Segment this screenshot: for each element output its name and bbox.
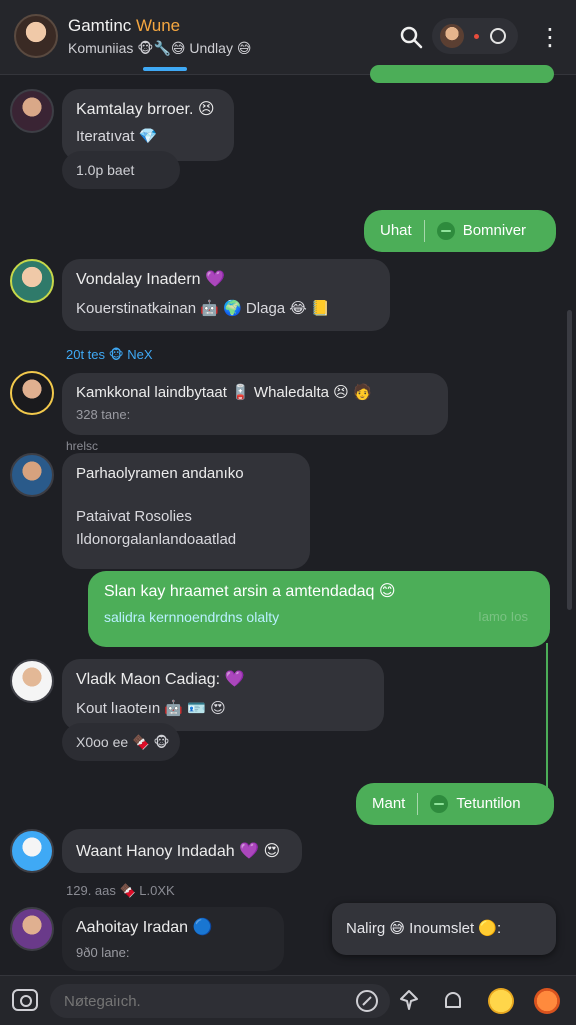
more-vert-icon[interactable]: ⋮: [538, 24, 562, 52]
sender-name: Aahoitay Iradan 🔵: [76, 919, 213, 936]
message-bubble[interactable]: Aahoitay Iradan 🔵 9ð0 lane:: [62, 907, 284, 971]
sent-text-right: Tetuntilon: [456, 795, 521, 812]
message-meta: 129. aas 🍫 L.0XK: [66, 883, 175, 898]
sender-name: Kamtalay brroer. 😣: [76, 101, 215, 118]
sender-name: Parhaolyramen andanıko: [76, 465, 244, 482]
message-input[interactable]: [50, 984, 390, 1018]
message-text: Kout lıaoteın 🤖 🪪 😍: [76, 700, 226, 717]
bell-icon[interactable]: [440, 988, 466, 1014]
message-bubble[interactable]: Kamkkonal laindbytaat 🪫 Whaledalta 😣 🧑 3…: [62, 373, 448, 435]
sender-name: Vladk Maon Cadiag: 💜: [76, 671, 245, 688]
message-text: Kouerstinatkainan 🤖 🌍 Dlaga 😂 📒: [76, 300, 330, 317]
message-meta: hrelsc: [66, 439, 99, 453]
sent-subtext: salidra kernnoendrdns olalty: [104, 609, 280, 625]
message-bubble[interactable]: Waant Hanoy Indadah 💜 😍: [62, 829, 302, 873]
scrollbar[interactable]: [567, 310, 572, 610]
sent-text: Slan kay hraamet arsin a amtendadaq 😊: [104, 583, 396, 600]
chat-title-main: Gamtinc: [68, 16, 137, 35]
message-bubble[interactable]: Vladk Maon Cadiag: 💜 Kout lıaoteın 🤖 🪪 😍: [62, 659, 384, 731]
sent-bubble[interactable]: Mant Tetuntilon: [356, 783, 554, 825]
sticker-icon[interactable]: [354, 988, 380, 1014]
notification-dot-icon: [474, 34, 479, 39]
message-text: Iteratıvat 💎: [76, 128, 158, 145]
composer-bar: [0, 975, 576, 1025]
message-text: Pataivat Rosolies: [76, 508, 192, 525]
divider: [417, 793, 419, 816]
sender-name: Kamkkonal laindbytaat 🪫 Whaledalta 😣 🧑: [76, 384, 372, 401]
thread-line: [546, 643, 548, 791]
sender-name: Waant Hanoy Indadah 💜 😍: [76, 843, 281, 860]
chat-subtitle: Komuniias 🐵🔧😅 Undlay 😅: [68, 40, 252, 56]
avatar[interactable]: [10, 659, 54, 703]
emoji-icon[interactable]: [488, 988, 514, 1014]
message-list[interactable]: Kamtalay brroer. 😣 Iteratıvat 💎 1.0p bae…: [0, 65, 576, 975]
pin-icon[interactable]: [396, 988, 422, 1014]
status-ring-icon: [490, 28, 506, 44]
message-bubble[interactable]: Vondalay Inadern 💜 Kouerstinatkainan 🤖 🌍…: [62, 259, 390, 331]
avatar[interactable]: [10, 453, 54, 497]
avatar[interactable]: [10, 907, 54, 951]
chat-title-accent: Wune: [136, 16, 181, 35]
timestamp-pill: X0oo ee 🍫 🐵: [62, 723, 180, 761]
message-text: 9ð0 lane:: [76, 945, 130, 960]
search-icon[interactable]: [398, 24, 424, 50]
avatar[interactable]: [10, 89, 54, 133]
sent-text-right: Bomniver: [462, 222, 527, 239]
mini-avatar: [440, 24, 464, 48]
sent-bubble[interactable]: Slan kay hraamet arsin a amtendadaq 😊 sa…: [88, 571, 550, 647]
sender-name: Vondalay Inadern 💜: [76, 271, 225, 288]
active-tab-indicator: [143, 67, 187, 71]
sent-text-left: Uhat: [380, 222, 412, 239]
group-avatar[interactable]: [14, 14, 58, 58]
timestamp-pill: 1.0p baet: [62, 151, 180, 189]
smile-icon: [436, 222, 455, 241]
presence-pill[interactable]: [432, 18, 518, 54]
sent-time: Iamo Ios: [478, 609, 528, 624]
message-bubble[interactable]: Parhaolyramen andanıko Pataivat Rosolies…: [62, 453, 310, 569]
message-text-2: Ildonorgalanlandoaatlad: [76, 531, 237, 548]
sent-bubble-top-edge: [370, 65, 554, 83]
chat-header: Gamtinc Wune Komuniias 🐵🔧😅 Undlay 😅 ⋮: [0, 0, 576, 75]
message-text: 328 tane:: [76, 407, 131, 422]
smile-icon: [430, 795, 449, 814]
avatar[interactable]: [10, 371, 54, 415]
sent-text-left: Mant: [372, 795, 406, 812]
divider: [423, 220, 425, 243]
chat-title[interactable]: Gamtinc Wune: [68, 16, 180, 36]
fire-icon[interactable]: [534, 988, 560, 1014]
camera-icon[interactable]: [12, 989, 38, 1011]
sent-bubble[interactable]: Uhat Bomniver: [364, 210, 556, 252]
message-meta: 20t tes 🐵 NeX: [66, 347, 153, 362]
avatar[interactable]: [10, 259, 54, 303]
avatar[interactable]: [10, 829, 54, 873]
reply-pill[interactable]: Nalirg 😅 Inoumslet 🟡:: [332, 903, 556, 955]
